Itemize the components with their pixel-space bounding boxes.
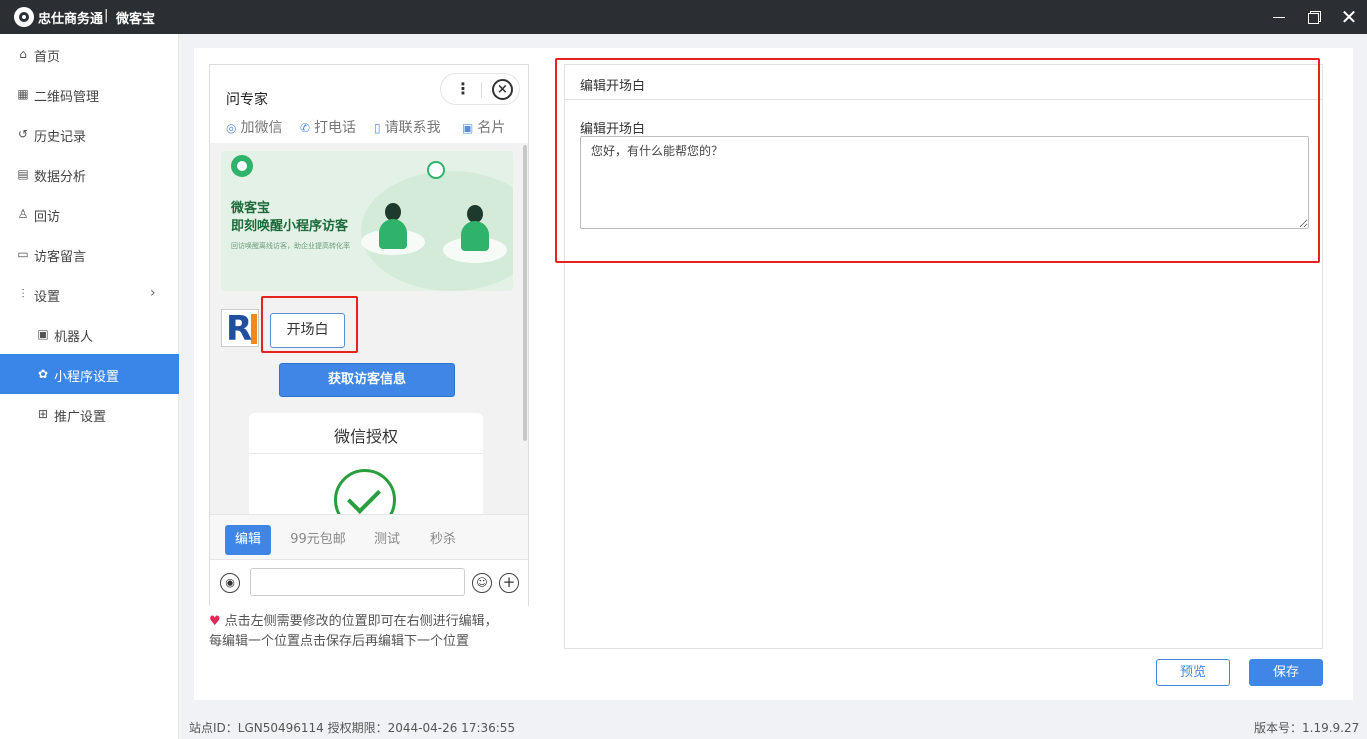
- sidebar-item-revisit[interactable]: ♙ 回访: [0, 194, 179, 234]
- close-window-button[interactable]: ✕: [1338, 6, 1360, 28]
- message-icon: ▭: [17, 247, 29, 261]
- sidebar-item-promotion-settings[interactable]: ⊞ 推广设置: [0, 394, 179, 434]
- robot-icon: ▣: [37, 327, 49, 341]
- contact-label: 加微信: [240, 120, 283, 136]
- chevron-right-icon: ›: [150, 285, 156, 301]
- sidebar-item-label: 数据分析: [34, 170, 87, 185]
- sidebar-item-label: 小程序设置: [54, 370, 120, 385]
- contact-label: 请联系我: [384, 120, 441, 136]
- chat-area[interactable]: 微客宝 即刻唤醒小程序访客 回访唤醒离线访客，助企业提高转化率 R 开场白 获取…: [210, 143, 528, 514]
- phone-page-title: 问专家: [226, 92, 268, 108]
- sidebar-item-settings[interactable]: ⫶ 设置 ›: [0, 274, 179, 314]
- minimize-button[interactable]: [1268, 6, 1290, 28]
- greeting-highlight: [261, 296, 358, 353]
- module-title: 微客宝: [116, 12, 156, 27]
- phone-icon: ✆: [300, 121, 311, 135]
- add-wechat-link[interactable]: ◎ 加微信: [226, 117, 282, 137]
- sidebar-item-home[interactable]: ⌂ 首页: [0, 34, 179, 74]
- card-icon: ▣: [462, 121, 474, 135]
- tab-free-shipping[interactable]: 99元包邮: [284, 525, 352, 555]
- heart-icon: ♥: [209, 614, 221, 629]
- phone-header: 问专家 ⋮ ×: [210, 65, 528, 115]
- title-separator: |: [104, 8, 109, 23]
- sidebar-item-qrcode[interactable]: ▦ 二维码管理: [0, 74, 179, 114]
- sidebar-item-label: 设置: [34, 290, 61, 305]
- chart-icon: ▤: [17, 167, 29, 181]
- banner-title: 微客宝: [231, 201, 271, 216]
- signal-icon: [427, 161, 445, 179]
- user-icon: ♙: [17, 207, 29, 221]
- miniprogram-capsule: ⋮ ×: [440, 73, 520, 105]
- phone-preview: 问专家 ⋮ × ◎ 加微信 ✆ 打电话 ▯ 请联系我 ▣ 名片 微客宝 即刻唤醒小程序访…: [209, 64, 529, 606]
- sidebar-item-label: 访客留言: [34, 250, 87, 265]
- title-bar: 忠仕商务通 | 微客宝 ✕: [0, 0, 1367, 34]
- history-icon: ↺: [17, 127, 29, 141]
- app-title: 忠仕商务通: [38, 12, 104, 27]
- visitor-illustration: [461, 205, 489, 251]
- editor-highlight: [555, 58, 1320, 263]
- agent-illustration: [379, 203, 407, 249]
- contact-me-link[interactable]: ▯ 请联系我: [374, 117, 441, 137]
- mobile-icon: ▯: [374, 121, 381, 135]
- site-info: 站点ID：LGN50496114 授权期限：2044-04-26 17:36:5…: [189, 721, 516, 735]
- tab-flash-sale[interactable]: 秒杀: [420, 525, 466, 555]
- sidebar-item-label: 回访: [34, 210, 61, 225]
- sidebar-item-analytics[interactable]: ▤ 数据分析: [0, 154, 179, 194]
- qrcode-icon: ▦: [17, 87, 29, 101]
- sidebar-item-messages[interactable]: ▭ 访客留言: [0, 234, 179, 274]
- edit-hint: ♥ 点击左侧需要修改的位置即可在右侧进行编辑， 每编辑一个位置点击保存后再编辑下一…: [209, 612, 529, 652]
- auth-card-divider: [249, 453, 483, 454]
- contact-label: 打电话: [314, 120, 357, 136]
- version-info: 版本号：1.19.9.27: [1254, 721, 1360, 735]
- promo-banner[interactable]: 微客宝 即刻唤醒小程序访客 回访唤醒离线访客，助企业提高转化率: [221, 151, 513, 291]
- status-bar: 站点ID：LGN50496114 授权期限：2044-04-26 17:36:5…: [179, 714, 1367, 739]
- settings-icon: ⫶: [21, 287, 25, 301]
- avatar-letter: R: [226, 309, 253, 349]
- banner-subtitle: 即刻唤醒小程序访客: [231, 219, 349, 234]
- restore-button[interactable]: [1303, 6, 1325, 28]
- call-link[interactable]: ✆ 打电话: [300, 117, 356, 137]
- sidebar-item-label: 首页: [34, 50, 61, 65]
- sidebar-item-label: 历史记录: [34, 130, 87, 145]
- sidebar-item-label: 二维码管理: [34, 90, 100, 105]
- phone-tab-bar: 编辑 99元包邮 测试 秒杀: [210, 514, 528, 560]
- emoji-icon[interactable]: ☺: [472, 573, 492, 593]
- more-icon[interactable]: ⋮: [455, 79, 471, 99]
- contact-bar: ◎ 加微信 ✆ 打电话 ▯ 请联系我 ▣ 名片: [210, 115, 528, 143]
- contact-label: 名片: [477, 120, 506, 136]
- sidebar-item-history[interactable]: ↺ 历史记录: [0, 114, 179, 154]
- sidebar-item-label: 推广设置: [54, 410, 107, 425]
- app-logo-icon: [14, 7, 34, 27]
- sidebar-item-robot[interactable]: ▣ 机器人: [0, 314, 179, 354]
- chat-input-bar: ◉ ☺ +: [210, 560, 528, 606]
- plus-icon[interactable]: +: [499, 573, 519, 593]
- wechat-icon: ◎: [226, 121, 237, 135]
- hint-line-1: 点击左侧需要修改的位置即可在右侧进行编辑，: [224, 614, 498, 629]
- sidebar-item-miniprogram-settings[interactable]: ✿ 小程序设置: [0, 354, 179, 394]
- preview-button[interactable]: 预览: [1156, 659, 1230, 686]
- avatar: R: [221, 309, 259, 349]
- business-card-link[interactable]: ▣ 名片: [462, 117, 505, 137]
- tab-test[interactable]: 测试: [364, 525, 410, 555]
- chat-scrollbar[interactable]: [523, 145, 527, 441]
- chat-input[interactable]: [250, 568, 465, 596]
- sidebar: ⌂ 首页 ▦ 二维码管理 ↺ 历史记录 ▤ 数据分析 ♙ 回访 ▭ 访客留言 ⫶…: [0, 34, 179, 739]
- save-button[interactable]: 保存: [1249, 659, 1323, 686]
- banner-caption: 回访唤醒离线访客，助企业提高转化率: [231, 242, 350, 250]
- sidebar-item-label: 机器人: [54, 330, 94, 345]
- auth-card-title: 微信授权: [333, 427, 398, 446]
- gear-icon: ✿: [37, 367, 49, 381]
- hint-line-2: 每编辑一个位置点击保存后再编辑下一个位置: [209, 634, 470, 649]
- capsule-divider: [481, 82, 482, 98]
- grid-icon: ⊞: [37, 407, 49, 421]
- wechat-auth-card[interactable]: 微信授权: [249, 413, 483, 514]
- brand-icon: [231, 155, 253, 177]
- close-circle-icon[interactable]: ×: [492, 79, 513, 100]
- check-circle-icon: [334, 469, 396, 514]
- get-visitor-info-button[interactable]: 获取访客信息: [279, 363, 455, 397]
- home-icon: ⌂: [19, 47, 27, 61]
- tab-edit[interactable]: 编辑: [225, 525, 271, 555]
- voice-icon[interactable]: ◉: [220, 573, 240, 593]
